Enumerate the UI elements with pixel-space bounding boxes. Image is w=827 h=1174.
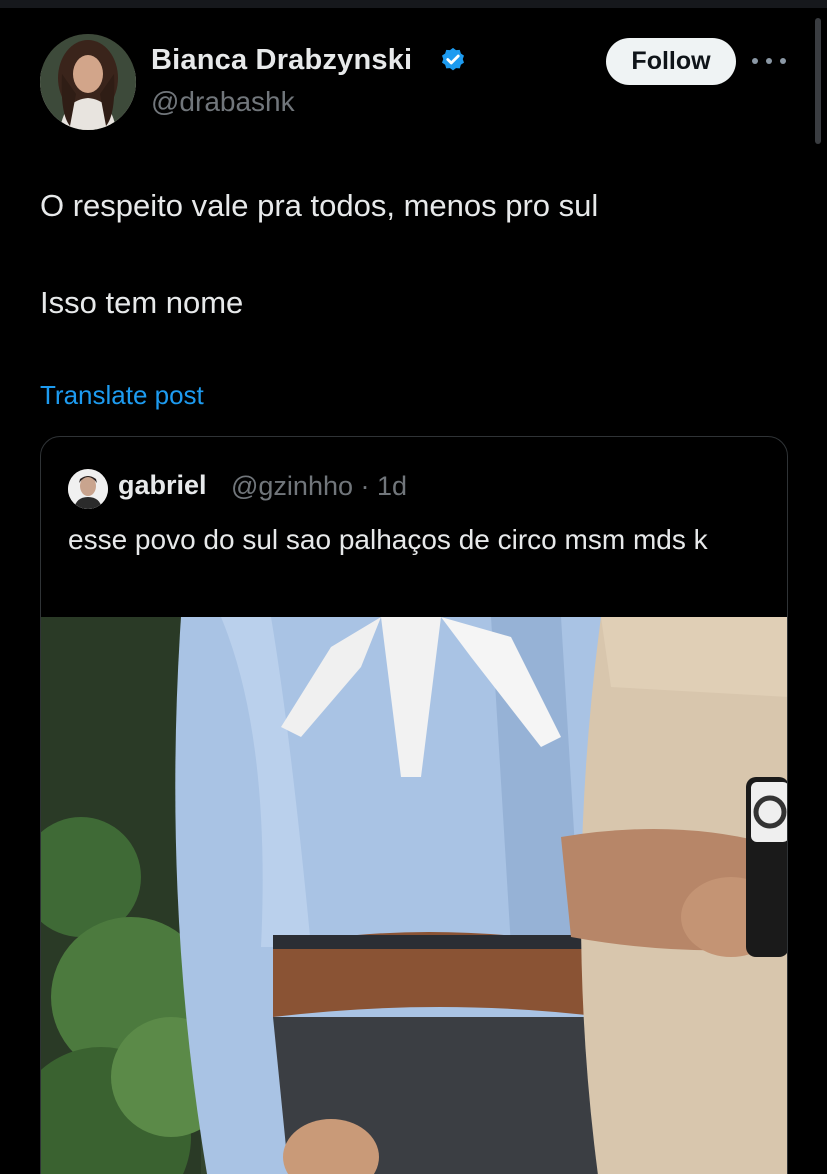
quoted-post-image[interactable]: [41, 617, 787, 1174]
verified-badge-icon: [442, 47, 464, 71]
quoted-post-text: esse povo do sul sao palhaços de circo m…: [68, 524, 708, 555]
post-view: Bianca Drabzynski @drabashk Follow O res…: [0, 0, 827, 1174]
dot: [766, 58, 772, 64]
post-text-line: Isso tem nome: [40, 285, 244, 320]
quoted-post-card[interactable]: gabriel @gzinhho · 1d esse povo do sul s…: [40, 436, 788, 1174]
author-handle[interactable]: @drabashk: [151, 86, 295, 118]
quoted-author-name: gabriel: [118, 470, 207, 500]
translate-post-link[interactable]: Translate post: [40, 380, 204, 411]
scrollbar[interactable]: [815, 18, 821, 144]
post-text-line: O respeito vale pra todos, menos pro sul: [40, 188, 599, 223]
top-bar: [0, 0, 827, 8]
author-avatar[interactable]: [40, 34, 136, 130]
dot: [752, 58, 758, 64]
quoted-author-avatar: [68, 469, 108, 509]
author-name[interactable]: Bianca Drabzynski: [151, 44, 412, 77]
quoted-author-handle-time: @gzinhho · 1d: [231, 471, 408, 501]
follow-button[interactable]: Follow: [606, 38, 736, 85]
more-dots-icon[interactable]: [752, 48, 786, 74]
dot: [780, 58, 786, 64]
